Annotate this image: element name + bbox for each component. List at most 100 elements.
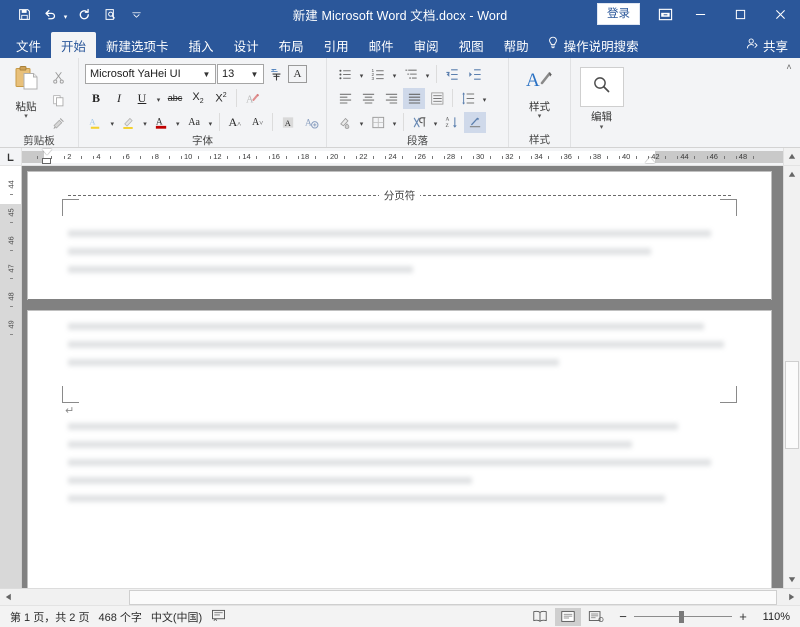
grow-font-icon[interactable]: A˄ [224, 112, 246, 133]
line-spacing-dropdown-caret-icon[interactable]: ▾ [480, 88, 489, 109]
superscript-icon[interactable]: X2 [210, 88, 232, 109]
multilevel-list-icon[interactable] [400, 64, 422, 85]
styles-button[interactable]: A 样式 ▾ [513, 65, 566, 120]
clear-formatting-icon[interactable]: A [300, 112, 322, 133]
decrease-indent-icon[interactable] [441, 64, 463, 85]
left-indent-marker[interactable] [42, 158, 51, 164]
multilevel-dropdown-caret-icon[interactable]: ▾ [423, 64, 432, 85]
font-name-dropdown-icon[interactable]: ▼ [198, 65, 215, 83]
language-indicator[interactable]: 中文(中国) [151, 609, 211, 625]
undo-dropdown-caret-icon[interactable]: ▾ [61, 3, 70, 25]
justify-icon[interactable] [403, 87, 425, 109]
change-case-icon[interactable]: Aa [183, 112, 205, 133]
italic-icon[interactable]: I [108, 88, 130, 109]
close-button[interactable] [760, 0, 800, 28]
zoom-level-label[interactable]: 110% [754, 611, 794, 623]
character-border-icon[interactable]: A [288, 65, 307, 83]
tab-help[interactable]: 帮助 [494, 32, 539, 58]
align-center-icon[interactable] [357, 88, 379, 109]
redo-icon[interactable] [72, 3, 96, 25]
shading-dropdown-caret-icon[interactable]: ▾ [357, 112, 366, 133]
web-layout-icon[interactable] [583, 608, 609, 626]
strikethrough-icon[interactable]: abc [164, 88, 186, 109]
horizontal-ruler[interactable]: 2 4 6 8 10 12 14 16 18 20 22 24 26 28 30 32 34 36 38 40 42 44… [22, 148, 783, 165]
shrink-font-icon[interactable]: A˅ [247, 112, 269, 133]
underline-icon[interactable]: U [131, 88, 153, 109]
word-count[interactable]: 468 个字 [98, 609, 150, 625]
font-size-dropdown-icon[interactable]: ▼ [246, 65, 263, 83]
read-mode-icon[interactable] [527, 608, 553, 626]
styles-dropdown-caret-icon[interactable]: ▾ [538, 113, 542, 120]
bold-icon[interactable]: B [85, 88, 107, 109]
sort-icon[interactable]: AZ [441, 112, 463, 133]
show-formatting-marks-icon[interactable] [408, 112, 430, 133]
font-size-combo[interactable]: 13 ▼ [217, 64, 264, 84]
scroll-up-arrow[interactable] [784, 166, 800, 183]
collapse-ribbon-icon[interactable]: ˄ [782, 60, 796, 74]
cut-icon[interactable] [48, 67, 69, 87]
bullets-icon[interactable] [334, 64, 356, 85]
editing-button[interactable] [579, 67, 624, 107]
tab-references[interactable]: 引用 [314, 32, 359, 58]
document-page-2[interactable]: ↵ [28, 311, 771, 588]
text-highlight-color-icon[interactable]: A [85, 112, 107, 133]
horizontal-scrollbar[interactable] [0, 588, 800, 605]
tab-insert[interactable]: 插入 [179, 32, 224, 58]
highlight-pen-dropdown-caret-icon[interactable]: ▾ [141, 112, 150, 133]
minimize-button[interactable] [680, 0, 720, 28]
document-page-1[interactable]: 分页符 [28, 172, 771, 299]
vertical-ruler[interactable]: 44 45 46 47 48 49 [0, 166, 22, 588]
right-indent-marker[interactable] [645, 157, 655, 163]
vertical-scroll-track[interactable] [784, 183, 800, 571]
tab-review[interactable]: 审阅 [404, 32, 449, 58]
save-icon[interactable] [12, 3, 36, 25]
left-tab-stop-icon[interactable] [0, 148, 22, 165]
font-name-combo[interactable]: Microsoft YaHei UI ▼ [85, 64, 216, 84]
borders-icon[interactable] [367, 112, 389, 133]
tab-view[interactable]: 视图 [449, 32, 494, 58]
scroll-left-arrow[interactable] [0, 589, 17, 606]
document-canvas[interactable]: 分页符 ↵ [22, 166, 783, 588]
format-painter-icon[interactable] [48, 113, 69, 133]
customize-qat-icon[interactable] [124, 3, 148, 25]
align-left-icon[interactable] [334, 88, 356, 109]
zoom-slider-thumb[interactable] [679, 610, 684, 623]
phonetic-guide-icon[interactable] [265, 64, 287, 85]
paste-dropdown-caret-icon[interactable]: ▾ [24, 113, 28, 120]
tab-mailings[interactable]: 邮件 [359, 32, 404, 58]
vertical-scroll-thumb[interactable] [785, 361, 799, 449]
scroll-right-arrow[interactable] [783, 589, 800, 606]
paragraph-layout-icon[interactable] [464, 111, 486, 133]
character-shading-icon[interactable]: A [277, 112, 299, 133]
change-case-dropdown-caret-icon[interactable]: ▾ [206, 112, 215, 133]
font-color-icon[interactable]: A [150, 112, 172, 133]
highlight-dropdown-caret-icon[interactable]: ▾ [108, 112, 117, 133]
numbering-icon[interactable]: 123 [367, 64, 389, 85]
text-highlight-pen-icon[interactable] [118, 112, 140, 133]
increase-indent-icon[interactable] [464, 64, 486, 85]
zoom-out-button[interactable]: − [617, 610, 629, 623]
horizontal-scroll-thumb[interactable] [129, 589, 777, 605]
numbering-dropdown-caret-icon[interactable]: ▾ [390, 64, 399, 85]
first-line-indent-marker[interactable] [42, 149, 52, 155]
tab-new-tab[interactable]: 新建选项卡 [96, 32, 179, 58]
tab-home[interactable]: 开始 [51, 32, 97, 58]
align-right-icon[interactable] [380, 88, 402, 109]
borders-dropdown-caret-icon[interactable]: ▾ [390, 112, 399, 133]
tell-me-search[interactable]: 操作说明搜索 [539, 32, 647, 58]
text-effects-icon[interactable]: A [241, 88, 263, 109]
maximize-button[interactable] [720, 0, 760, 28]
proofing-errors-icon[interactable] [211, 609, 235, 625]
zoom-slider[interactable] [634, 610, 732, 624]
subscript-icon[interactable]: X2 [187, 88, 209, 109]
tab-file[interactable]: 文件 [6, 32, 51, 58]
paste-button[interactable]: 粘贴 ▾ [4, 63, 48, 133]
distribute-icon[interactable] [426, 88, 448, 109]
line-spacing-icon[interactable] [457, 88, 479, 109]
shading-icon[interactable] [334, 112, 356, 133]
share-button[interactable]: 共享 [738, 32, 800, 58]
undo-icon[interactable] [38, 3, 62, 25]
sign-in-button[interactable]: 登录 [597, 2, 640, 26]
page-indicator[interactable]: 第 1 页，共 2 页 [6, 609, 98, 625]
horizontal-scroll-track[interactable] [17, 589, 783, 606]
